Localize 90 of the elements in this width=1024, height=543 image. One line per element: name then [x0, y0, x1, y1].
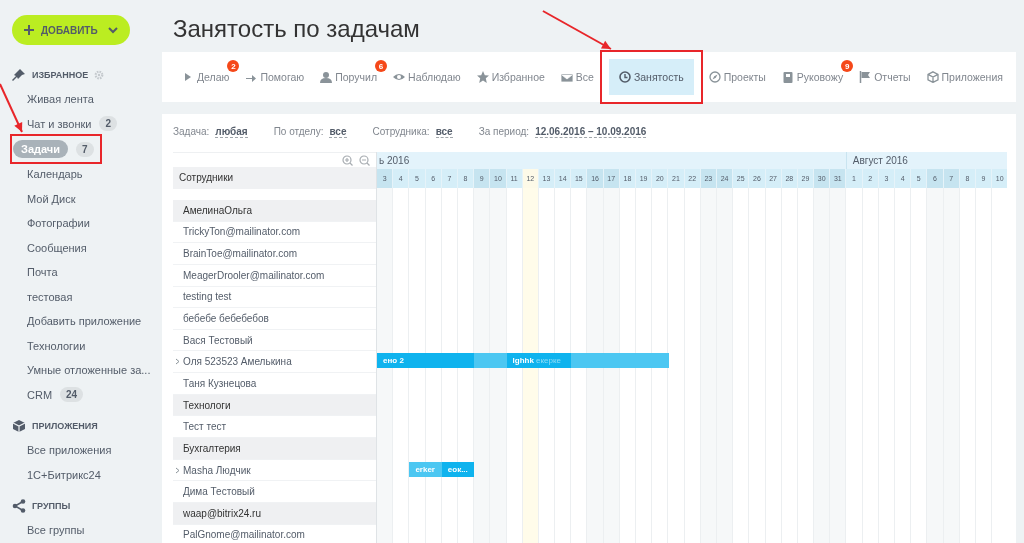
sidebar-item[interactable]: Добавить приложение: [27, 315, 142, 328]
filter-link[interactable]: все: [435, 126, 453, 138]
filter-label: За период:: [478, 126, 530, 138]
section-title: ГРУППЫ: [32, 501, 71, 511]
tab[interactable]: Помогаю: [237, 59, 313, 95]
group-row: Технологи: [173, 394, 376, 417]
sidebar-item[interactable]: Живая лента: [27, 93, 94, 106]
sidebar-item[interactable]: Все приложения: [27, 444, 112, 457]
sidebar-item[interactable]: Сообщения: [27, 241, 87, 254]
annotation-arrow: [541, 10, 612, 50]
cube-icon: [12, 419, 26, 433]
sidebar-item[interactable]: Умные отложенные за...: [27, 364, 151, 377]
sidebar-item[interactable]: CRM: [27, 388, 53, 401]
annotation-arrow: [0, 83, 23, 133]
share-icon: [12, 499, 26, 513]
bar-label: еок...: [446, 464, 468, 474]
sidebar-item[interactable]: Мой Диск: [27, 192, 76, 205]
section-title: ИЗБРАННОЕ: [32, 70, 89, 80]
count-badge: 24: [60, 387, 84, 403]
count-badge: 2: [227, 60, 240, 72]
employee-name[interactable]: Тест тест: [183, 421, 227, 433]
employee-name[interactable]: BrainToe@mailinator.com: [183, 248, 298, 260]
employee-name[interactable]: Дима Тестовый: [183, 486, 255, 498]
employee-name[interactable]: Вася Тестовый: [183, 334, 253, 346]
tab[interactable]: Избранное: [468, 59, 553, 95]
filter-link[interactable]: любая: [215, 126, 248, 138]
inbox-icon: [560, 71, 573, 83]
page-title: Занятость по задачам: [173, 16, 420, 42]
tab[interactable]: Все: [552, 59, 602, 95]
bar-label: ено 2: [382, 356, 404, 366]
tab[interactable]: Проекты: [700, 59, 774, 95]
bar-label: erker: [414, 464, 435, 474]
book-icon: [781, 71, 794, 83]
tab[interactable]: Приложения: [918, 59, 1011, 95]
sidebar-item[interactable]: 1С+Битрикс24: [27, 468, 101, 481]
zoom-out-icon: [359, 154, 370, 166]
compass-icon: [708, 71, 721, 83]
chevron-icon: [108, 26, 118, 34]
employee-name[interactable]: testing test: [183, 291, 232, 303]
group-row: Бухгалтерия: [173, 438, 376, 460]
pin-icon: [12, 68, 26, 82]
employee-name[interactable]: TrickyTon@mailinator.com: [183, 226, 301, 238]
section-title: ПРИЛОЖЕНИЯ: [32, 421, 98, 431]
star-icon: [476, 71, 489, 83]
clock-icon: [618, 71, 631, 83]
sidebar-item[interactable]: Календарь: [27, 168, 83, 181]
cube-icon: [926, 71, 939, 83]
tab[interactable]: Делаю 2: [174, 59, 238, 95]
task-bar[interactable]: [474, 353, 507, 369]
count-badge: 2: [99, 116, 117, 132]
column-header: Сотрудники: [173, 167, 376, 189]
employee-name[interactable]: Таня Кузнецова: [183, 377, 257, 389]
bar-label: екерке: [535, 356, 561, 366]
filter-label: Сотрудника:: [372, 126, 430, 138]
chevron-icon: [175, 358, 180, 366]
employee-name[interactable]: Masha Людчик: [183, 464, 251, 476]
add-button[interactable]: ДОБАВИТЬ: [12, 15, 130, 45]
group-row: АмелинаОльга: [173, 200, 376, 222]
tab[interactable]: Руковожу 9: [773, 59, 852, 95]
plus-icon: [24, 25, 34, 35]
count-badge: 7: [76, 141, 94, 157]
count-badge: 9: [841, 60, 854, 72]
zoom-in-icon: [342, 154, 353, 166]
bar-label: lghhk: [511, 356, 534, 366]
flag-icon: [859, 71, 872, 83]
sidebar-item[interactable]: Почта: [27, 266, 58, 279]
task-bar[interactable]: [571, 353, 669, 369]
sidebar-item[interactable]: Технологии: [27, 339, 86, 352]
sidebar-item[interactable]: тестовая: [27, 290, 73, 303]
sidebar-item[interactable]: Все группы: [27, 524, 85, 537]
tab[interactable]: Отчеты: [851, 59, 919, 95]
tab[interactable]: Наблюдаю: [385, 59, 469, 95]
employee-name[interactable]: бебебе бебебебов: [183, 313, 269, 324]
employee-name[interactable]: PalGnome@mailinator.com: [183, 529, 305, 541]
sidebar-item[interactable]: Чат и звонки: [27, 117, 92, 130]
tab[interactable]: Занятость: [608, 59, 694, 95]
chevron-icon: [175, 466, 180, 474]
employee-name[interactable]: Оля 523523 Амелькина: [183, 356, 292, 368]
filter-link[interactable]: все: [329, 126, 347, 138]
filter-link[interactable]: 12.06.2016 – 10.09.2016: [535, 126, 647, 138]
group-row: waap@bitrix24.ru: [173, 502, 376, 525]
filter-label: По отделу:: [273, 126, 324, 138]
person-icon: [320, 71, 333, 83]
gear-icon: [94, 70, 105, 80]
filter-label: Задача:: [173, 126, 210, 138]
count-badge: 6: [375, 60, 388, 72]
tab[interactable]: Поручил 6: [312, 59, 386, 95]
eye-icon: [393, 71, 406, 83]
employee-name[interactable]: MeagerDrooler@mailinator.com: [183, 269, 325, 281]
sidebar-item[interactable]: Фотографии: [27, 217, 90, 230]
